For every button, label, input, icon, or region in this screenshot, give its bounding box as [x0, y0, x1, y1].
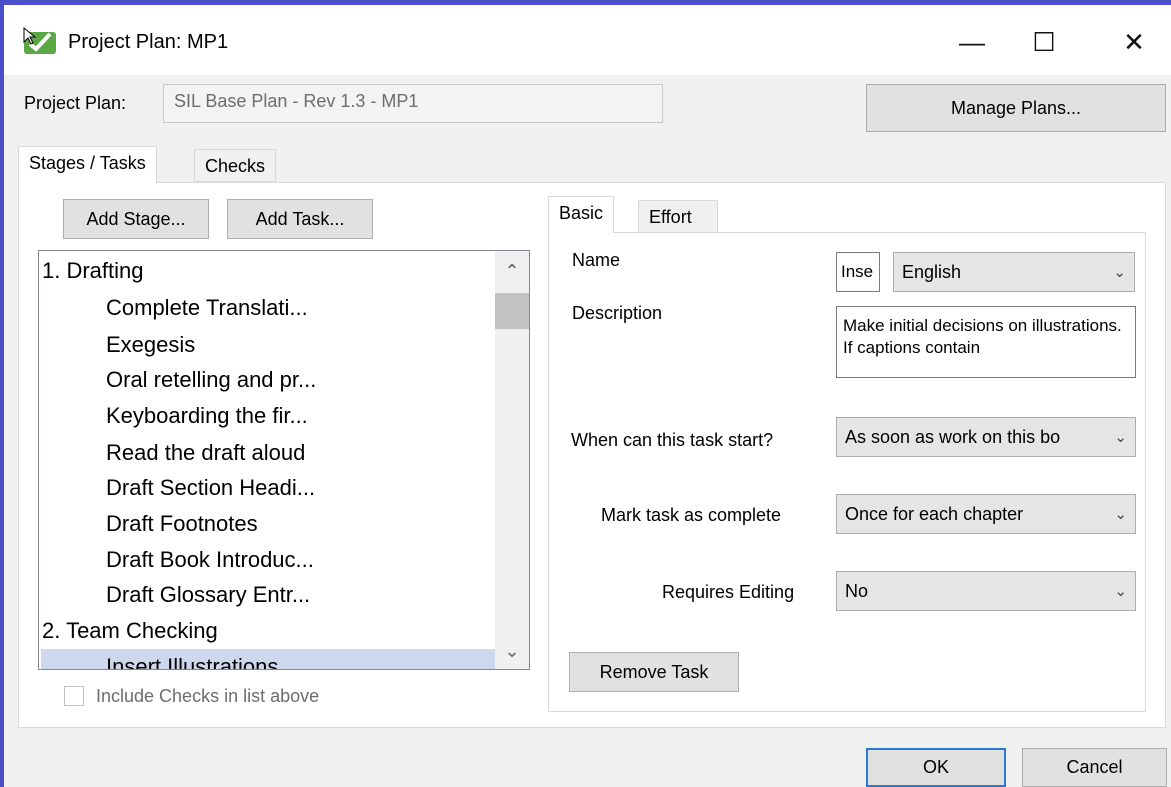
maximize-button[interactable]: ☐: [1020, 22, 1068, 62]
editing-value: No: [845, 580, 869, 601]
chevron-down-icon: ⌄: [1114, 583, 1127, 600]
language-value: English: [902, 261, 962, 282]
complete-label: Mark task as complete: [601, 505, 782, 525]
tree-item-stage[interactable]: 1. Drafting: [42, 258, 144, 284]
chevron-down-icon: ⌄: [1114, 429, 1127, 446]
tree-item-task[interactable]: Complete Translati...: [106, 295, 308, 321]
editing-label: Requires Editing: [662, 582, 795, 602]
cancel-button[interactable]: Cancel: [1022, 748, 1167, 787]
add-task-button[interactable]: Add Task...: [227, 199, 373, 239]
description-label: Description: [572, 303, 663, 323]
tree-item-task[interactable]: Exegesis: [106, 332, 195, 358]
tab-stages-tasks[interactable]: Stages / Tasks: [18, 146, 157, 183]
start-value: As soon as work on this bo: [845, 426, 1061, 447]
name-input[interactable]: Inse: [836, 252, 880, 292]
chevron-down-icon: ⌄: [1113, 264, 1126, 281]
start-label: When can this task start?: [571, 430, 774, 450]
complete-select[interactable]: Once for each chapter ⌄: [836, 494, 1136, 534]
project-plan-label: Project Plan:: [24, 93, 127, 113]
name-label: Name: [572, 250, 621, 270]
tree-item-task[interactable]: Keyboarding the fir...: [106, 403, 308, 429]
scroll-down-icon[interactable]: ⌄: [495, 637, 529, 665]
minimize-button[interactable]: —: [948, 22, 996, 62]
tree-item-task[interactable]: Draft Section Headi...: [106, 475, 315, 501]
include-checks-label: Include Checks in list above: [96, 686, 320, 706]
stage-task-tree[interactable]: 1. Drafting Complete Translati... Exeges…: [38, 250, 530, 670]
tree-item-task[interactable]: Read the draft aloud: [106, 440, 305, 466]
tree-item-task[interactable]: Draft Glossary Entr...: [106, 582, 310, 608]
tree-item-task[interactable]: Draft Book Introduc...: [106, 547, 314, 573]
tree-item-task-selected[interactable]: Insert Illustrations: [106, 654, 278, 669]
manage-plans-button[interactable]: Manage Plans...: [866, 84, 1166, 132]
add-stage-button[interactable]: Add Stage...: [63, 199, 209, 239]
scroll-up-icon[interactable]: ⌃: [495, 257, 529, 285]
project-plan-field: SIL Base Plan - Rev 1.3 - MP1: [163, 84, 663, 123]
tab-basic[interactable]: Basic: [548, 196, 615, 233]
include-checks-checkbox[interactable]: [64, 686, 84, 706]
remove-task-button[interactable]: Remove Task: [569, 652, 739, 692]
app-icon: [22, 26, 58, 56]
close-button[interactable]: ✕: [1110, 22, 1158, 62]
ok-button[interactable]: OK: [866, 748, 1006, 787]
window-left-border: [0, 0, 4, 787]
complete-value: Once for each chapter: [845, 503, 1024, 524]
window-title: Project Plan: MP1: [68, 31, 229, 53]
description-input[interactable]: Make initial decisions on illustrations.…: [836, 306, 1136, 378]
tree-item-task[interactable]: Draft Footnotes: [106, 511, 258, 537]
tab-effort[interactable]: Effort: [638, 200, 718, 233]
language-select[interactable]: English ⌄: [893, 252, 1135, 292]
tree-item-task[interactable]: Oral retelling and pr...: [106, 367, 316, 393]
tab-checks[interactable]: Checks: [194, 149, 277, 182]
start-select[interactable]: As soon as work on this bo ⌄: [836, 417, 1136, 457]
editing-select[interactable]: No ⌄: [836, 571, 1136, 611]
scrollbar-thumb[interactable]: [495, 293, 529, 329]
chevron-down-icon: ⌄: [1114, 506, 1127, 523]
tree-item-stage[interactable]: 2. Team Checking: [42, 618, 218, 644]
